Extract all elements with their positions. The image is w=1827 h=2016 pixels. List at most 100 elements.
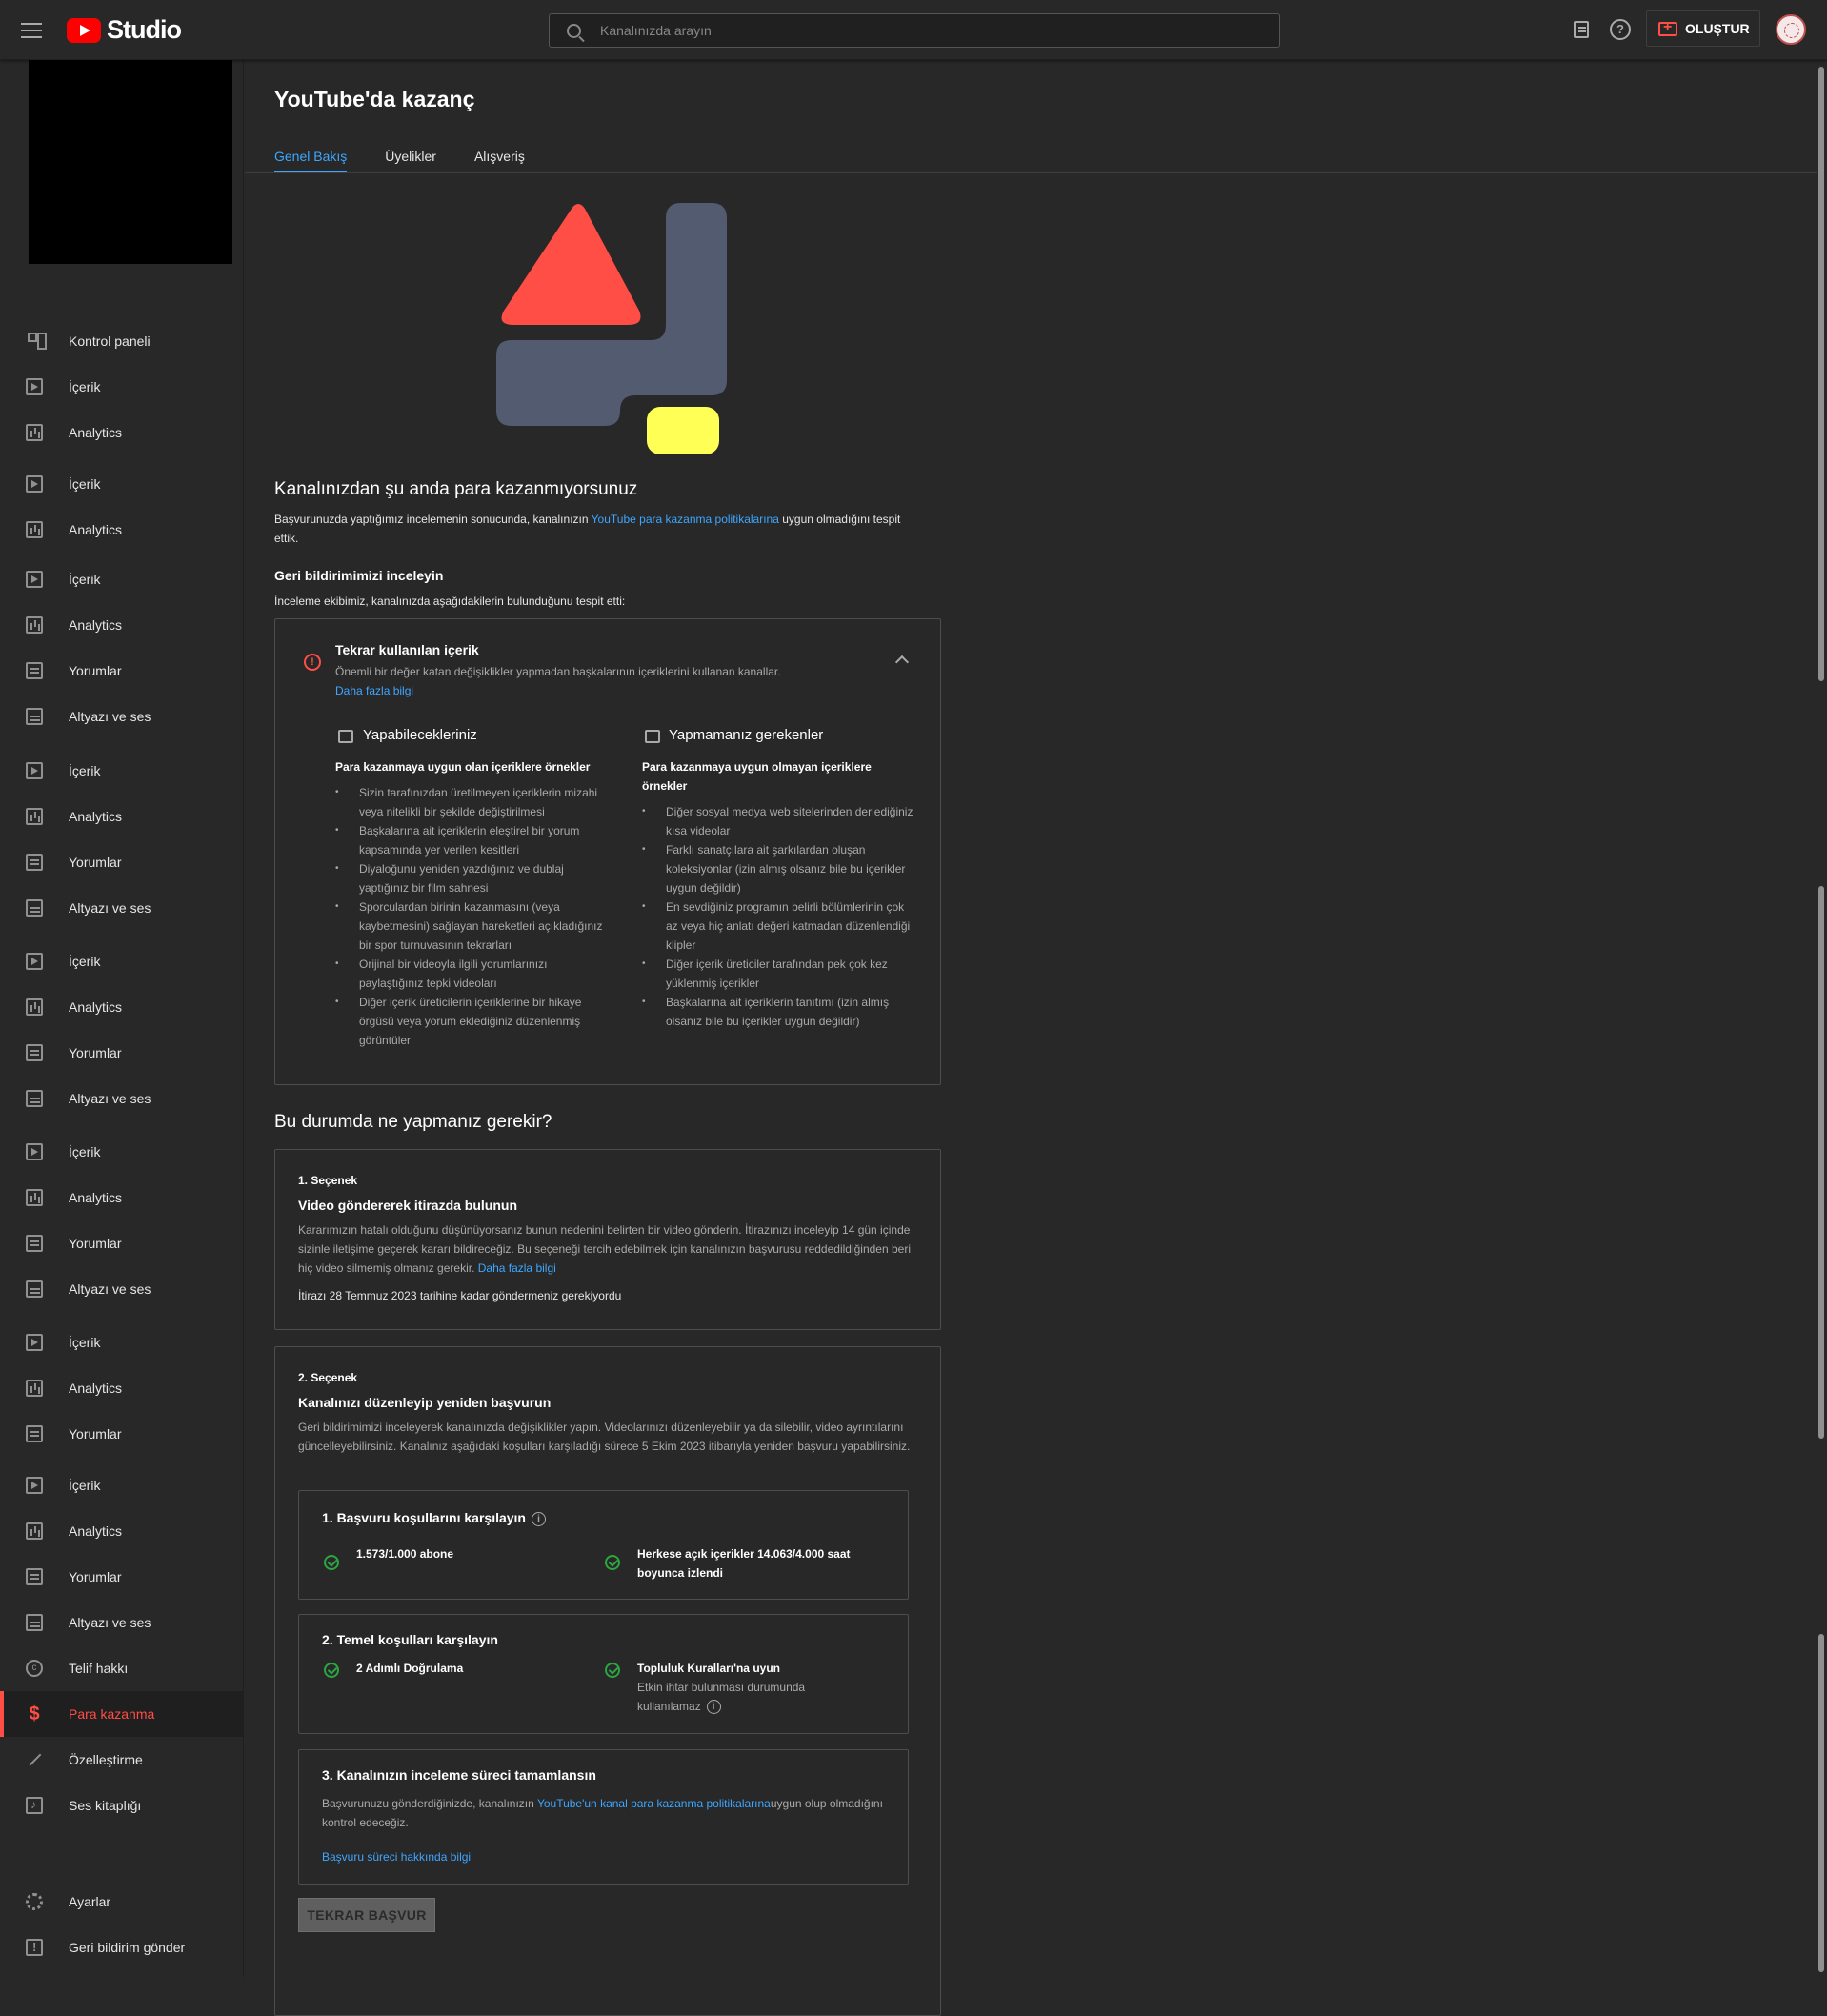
list-item: Diyaloğunu yeniden yazdığınız ve dublaj … — [335, 859, 612, 897]
search-bar[interactable] — [549, 13, 1280, 48]
monetization-illustration — [496, 203, 727, 454]
sidebar-item-label: Yorumlar — [69, 1045, 122, 1060]
req2-guidelines-sub: Etkin ihtar bulunması durumunda kullanıl… — [637, 1678, 847, 1716]
sidebar-item-özelleştirme[interactable]: Özelleştirme — [0, 1737, 243, 1783]
sidebar-item-i-çerik[interactable]: İçerik — [0, 364, 243, 410]
sidebar-item-label: İçerik — [69, 1335, 101, 1350]
sidebar-item-yorumlar[interactable]: Yorumlar — [0, 1220, 243, 1266]
option1-learn-more-link[interactable]: Daha fazla bilgi — [478, 1261, 556, 1275]
list-item: Orijinal bir videoyla ilgili yorumlarını… — [335, 955, 612, 993]
sidebar-item-analytics[interactable]: Analytics — [0, 1365, 243, 1411]
sidebar-item-i-çerik[interactable]: İçerik — [0, 1129, 243, 1175]
sidebar-item-kontrol-paneli[interactable]: Kontrol paneli — [0, 318, 243, 364]
sidebar-item-yorumlar[interactable]: Yorumlar — [0, 1411, 243, 1457]
sidebar-item-analytics[interactable]: Analytics — [0, 410, 243, 455]
issue-title: Tekrar kullanılan içerik — [335, 642, 479, 657]
content-icon — [26, 571, 43, 588]
req3-title: 3. Kanalınızın inceleme süreci tamamlans… — [322, 1767, 596, 1783]
sidebar-item-analytics[interactable]: Analytics — [0, 1508, 243, 1554]
sidebar-item-altyazı-ve-ses[interactable]: Altyazı ve ses — [0, 1076, 243, 1121]
sidebar-item-label: Analytics — [69, 809, 123, 824]
create-button[interactable]: OLUŞTUR — [1646, 10, 1760, 47]
option2-label: 2. Seçenek — [298, 1371, 358, 1384]
sidebar-item-yorumlar[interactable]: Yorumlar — [0, 1554, 243, 1600]
chevron-up-icon[interactable] — [894, 655, 910, 670]
channel-preview[interactable] — [29, 60, 232, 264]
search-icon[interactable] — [567, 23, 581, 38]
sidebar-item-label: Ayarlar — [69, 1894, 111, 1909]
sidebar-item-analytics[interactable]: Analytics — [0, 507, 243, 553]
sidebar-item-analytics[interactable]: Analytics — [0, 984, 243, 1030]
thumbs-down-icon — [645, 730, 660, 743]
sidebar-item-label: Ses kitaplığı — [69, 1798, 142, 1813]
youtube-play-icon — [67, 17, 101, 43]
reapply-button[interactable]: TEKRAR BAŞVUR — [298, 1898, 435, 1932]
sidebar-item-i-çerik[interactable]: İçerik — [0, 1462, 243, 1508]
sidebar-item-settings[interactable]: Ayarlar — [0, 1879, 243, 1925]
policy-link[interactable]: YouTube para kazanma politikalarına — [592, 513, 779, 526]
sidebar-item-i-çerik[interactable]: İçerik — [0, 556, 243, 602]
search-input[interactable] — [600, 23, 1248, 38]
channel-policy-link[interactable]: YouTube'un kanal para kazanma politikala… — [537, 1797, 771, 1810]
status-text-part: Başvurunuzda yaptığımız incelemenin sonu… — [274, 513, 592, 526]
sidebar-item-i-çerik[interactable]: İçerik — [0, 1320, 243, 1365]
tab-overview[interactable]: Genel Bakış — [274, 142, 348, 180]
info-icon[interactable]: i — [532, 1511, 546, 1526]
sidebar-item-para-kazanma[interactable]: $ Para kazanma — [0, 1691, 243, 1737]
subtitles-icon — [26, 1090, 43, 1107]
scrollbar-thumb[interactable] — [1818, 1153, 1824, 1262]
sidebar-item-yorumlar[interactable]: Yorumlar — [0, 1030, 243, 1076]
sidebar-item-label: İçerik — [69, 476, 101, 492]
sidebar-item-altyazı-ve-ses[interactable]: Altyazı ve ses — [0, 1266, 243, 1312]
application-process-link[interactable]: Başvuru süreci hakkında bilgi — [322, 1847, 471, 1866]
sidebar-item-ses-kitaplığı[interactable]: Ses kitaplığı — [0, 1783, 243, 1828]
dashboard-icon — [26, 333, 47, 350]
sidebar-item-label: Altyazı ve ses — [69, 1091, 151, 1106]
tab-shopping[interactable]: Alışveriş — [474, 142, 525, 180]
studio-logo[interactable]: Studio — [67, 15, 182, 45]
list-item: Sporculardan birinin kazanmasını (veya k… — [335, 897, 612, 955]
sidebar-item-label: İçerik — [69, 572, 101, 587]
messages-icon[interactable] — [1574, 21, 1589, 38]
sidebar-item-feedback[interactable]: Geri bildirim gönder — [0, 1925, 243, 1970]
scrollbar-thumb[interactable] — [1818, 67, 1824, 681]
sidebar-item-i-çerik[interactable]: İçerik — [0, 938, 243, 984]
sidebar-item-yorumlar[interactable]: Yorumlar — [0, 648, 243, 694]
issue-learn-more-link[interactable]: Daha fazla bilgi — [335, 681, 413, 700]
sidebar-item-label: İçerik — [69, 954, 101, 969]
avatar[interactable] — [1776, 14, 1806, 45]
sidebar-item-altyazı-ve-ses[interactable]: Altyazı ve ses — [0, 1600, 243, 1645]
sidebar-item-i-çerik[interactable]: İçerik — [0, 461, 243, 507]
sidebar-item-altyazı-ve-ses[interactable]: Altyazı ve ses — [0, 885, 243, 931]
check-icon — [324, 1555, 339, 1570]
content-icon — [26, 953, 43, 970]
sidebar-item-analytics[interactable]: Analytics — [0, 794, 243, 839]
comments-icon — [26, 1044, 43, 1061]
req1-watch-hours: Herkese açık içerikler 14.063/4.000 saat… — [637, 1547, 851, 1580]
sidebar-item-yorumlar[interactable]: Yorumlar — [0, 839, 243, 885]
info-icon[interactable]: i — [706, 1700, 721, 1715]
list-item: Diğer içerik üreticilerin içeriklerine b… — [335, 993, 612, 1050]
sidebar-item-altyazı-ve-ses[interactable]: Altyazı ve ses — [0, 694, 243, 739]
sidebar-item-label: Yorumlar — [69, 663, 122, 678]
analytics-icon — [26, 424, 43, 441]
menu-icon[interactable] — [21, 17, 48, 44]
option1-card: 1. Seçenek Video göndererek itirazda bul… — [274, 1149, 941, 1330]
scrollbar-thumb[interactable] — [1818, 1634, 1824, 1972]
sidebar-item-i-çerik[interactable]: İçerik — [0, 748, 243, 794]
list-item: Başkalarına ait içeriklerin tanıtımı (iz… — [642, 993, 914, 1031]
tab-memberships[interactable]: Üyelikler — [385, 142, 436, 180]
option1-label: 1. Seçenek — [298, 1174, 358, 1187]
subtitles-icon — [26, 1614, 43, 1631]
sidebar-item-analytics[interactable]: Analytics — [0, 1175, 243, 1220]
sidebar-item-label: Kontrol paneli — [69, 333, 151, 349]
subtitles-icon — [26, 1280, 43, 1298]
dont-list: Diğer sosyal medya web sitelerinden derl… — [642, 802, 914, 1031]
sidebar-item-telif-hakkı[interactable]: c Telif hakkı — [0, 1645, 243, 1691]
sidebar-item-label: Altyazı ve ses — [69, 1281, 151, 1297]
sidebar-item-label: Analytics — [69, 1381, 123, 1396]
option1-deadline: İtirazı 28 Temmuz 2023 tarihine kadar gö… — [298, 1289, 622, 1302]
help-icon[interactable]: ? — [1610, 19, 1631, 40]
sidebar-item-analytics[interactable]: Analytics — [0, 602, 243, 648]
req2-guidelines: Topluluk Kuralları'na uyun — [637, 1662, 780, 1675]
